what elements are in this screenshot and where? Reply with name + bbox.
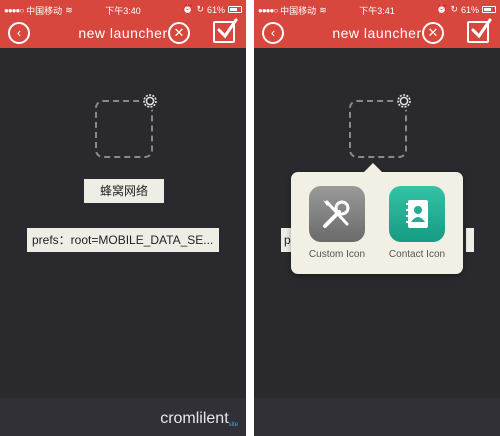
alarm-icon: ⏰ — [182, 4, 194, 14]
url-scheme-field[interactable]: prefs：root=MOBILE_DATA_SE... — [27, 228, 219, 252]
watermark-logo: cromlilentsite — [160, 410, 238, 428]
close-icon: ✕ — [427, 25, 439, 40]
custom-icon-option[interactable]: Custom Icon — [297, 186, 377, 260]
gear-icon[interactable] — [141, 92, 159, 110]
gear-icon[interactable] — [395, 92, 413, 110]
watermark-suffix: site — [228, 422, 238, 428]
bottom-bar: cromlilentsite — [0, 398, 246, 436]
checkmark-icon — [217, 18, 238, 39]
phone-screen-right: ●●●●○ 中国移动 ≋ 下午3:41 ⏰ ↻ 61% ‹ new launch… — [254, 0, 500, 436]
contact-icon-option[interactable]: Contact Icon — [377, 186, 457, 260]
nav-bar: ‹ new launcher ✕ — [254, 18, 500, 48]
rotation-lock-icon: ↻ — [450, 4, 458, 14]
nav-title: new launcher — [78, 25, 168, 41]
battery-icon — [228, 6, 242, 13]
url-scheme-field-edge — [466, 228, 474, 252]
contact-icon-label: Contact Icon — [388, 249, 446, 260]
nav-title: new launcher — [332, 25, 422, 41]
icon-name-field[interactable]: 蜂窝网络 — [84, 179, 164, 203]
cancel-button[interactable]: ✕ — [422, 22, 444, 44]
battery-percent: 61% — [206, 4, 225, 15]
watermark-brand: cromlilent — [160, 410, 229, 427]
alarm-icon: ⏰ — [436, 4, 448, 14]
checkmark-icon — [471, 18, 492, 39]
icon-type-popover: Custom Icon Contact Icon — [291, 163, 463, 274]
contact-book-icon — [389, 186, 445, 242]
status-bar: ●●●●○ 中国移动 ≋ 下午3:41 ⏰ ↻ 61% — [254, 0, 500, 18]
battery-percent: 61% — [460, 4, 479, 15]
bottom-bar — [254, 398, 500, 436]
custom-icon-label: Custom Icon — [308, 249, 366, 260]
status-bar: ●●●●○ 中国移动 ≋ 下午3:40 ⏰ ↻ 61% — [0, 0, 246, 18]
nav-bar: ‹ new launcher ✕ — [0, 18, 246, 48]
confirm-button[interactable] — [213, 18, 238, 43]
tools-icon — [309, 186, 365, 242]
close-icon: ✕ — [173, 25, 185, 40]
phone-screen-left: ●●●●○ 中国移动 ≋ 下午3:40 ⏰ ↻ 61% ‹ new launch… — [0, 0, 246, 436]
confirm-button[interactable] — [467, 18, 492, 43]
rotation-lock-icon: ↻ — [196, 4, 204, 14]
cancel-button[interactable]: ✕ — [168, 22, 190, 44]
battery-icon — [482, 6, 496, 13]
